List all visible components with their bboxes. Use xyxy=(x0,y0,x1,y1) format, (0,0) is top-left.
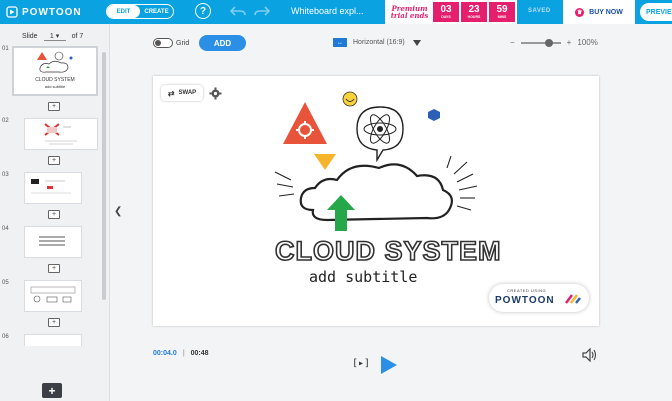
countdown-mins: 59 MINS xyxy=(489,2,515,22)
crown-icon: ♛ xyxy=(575,7,585,17)
slides-scrollbar[interactable] xyxy=(102,52,106,300)
powtoon-logo[interactable]: POWTOON xyxy=(6,6,82,18)
aspect-ratio-select[interactable]: ↔ Horizontal (16:9) xyxy=(333,38,422,47)
buy-now-label: BUY NOW xyxy=(589,8,623,16)
total-time: 00:48 xyxy=(190,350,209,357)
slide-thumbnail[interactable] xyxy=(24,334,82,346)
zoom-out-button[interactable]: − xyxy=(510,38,515,47)
slide-number-select[interactable]: 1 ▾ xyxy=(43,32,66,41)
slide-number: 03 xyxy=(2,172,9,178)
zoom-slider[interactable] xyxy=(520,38,561,47)
slide-thumbnail[interactable] xyxy=(24,118,98,150)
slide-thumbnail-art xyxy=(31,179,71,194)
trial-banner[interactable]: Premium trial ends 03 DAYS 23 HOURS 59 MINS xyxy=(385,0,517,24)
timecode: 00:04.0 | 00:48 xyxy=(153,350,209,357)
badge-brand: POWTOON xyxy=(495,295,555,306)
redo-icon[interactable] xyxy=(254,4,270,18)
play-icon[interactable] xyxy=(380,355,398,375)
undo-icon[interactable] xyxy=(230,4,246,18)
add-button[interactable]: ADD xyxy=(199,35,246,51)
green-arrow-icon[interactable] xyxy=(326,194,356,232)
powtoon-mark-icon xyxy=(565,294,581,304)
add-slide-after-button[interactable]: + xyxy=(48,210,60,219)
slide-thumbnail-art xyxy=(39,236,65,246)
slide-thumbnail-art xyxy=(30,286,76,303)
svg-text:add subtitle: add subtitle xyxy=(45,84,66,89)
lightbulb-icon[interactable] xyxy=(341,90,359,108)
slide-number: 06 xyxy=(2,334,9,340)
slide-thumbnail[interactable]: CLOUD SYSTEM add subtitle xyxy=(12,46,98,96)
mode-create-tab[interactable]: CREATE xyxy=(140,5,173,18)
grid-toggle[interactable] xyxy=(153,38,173,48)
volume-icon[interactable] xyxy=(582,348,598,362)
slide-thumbnail-row: 01 CLOUD SYSTEM add subtitle xyxy=(2,46,98,96)
document-title[interactable]: Whiteboard expl... xyxy=(291,6,364,16)
collapse-panel-icon[interactable]: ❮ xyxy=(114,206,122,217)
slide-number: 04 xyxy=(2,226,9,232)
add-slide-after-button[interactable]: + xyxy=(48,318,60,327)
settings-button[interactable] xyxy=(207,85,223,101)
add-slide-after-button[interactable]: + xyxy=(48,156,60,165)
countdown-days: 03 DAYS xyxy=(433,2,459,22)
grid-label: Grid xyxy=(176,40,190,47)
created-using-label: CREATED USING xyxy=(507,288,547,293)
add-slide-button[interactable]: + xyxy=(42,383,62,398)
aspect-ratio-label: Horizontal (16:9) xyxy=(353,39,405,46)
trial-label: Premium trial ends xyxy=(390,4,429,20)
slide-thumbnail-row: 06 xyxy=(2,334,98,346)
slide-thumbnail-row: 03 xyxy=(2,172,98,204)
svg-text:CLOUD SYSTEM: CLOUD SYSTEM xyxy=(35,77,74,83)
swap-icon: ⇄ xyxy=(167,88,175,98)
slide-canvas[interactable]: ⇄ SWAP CLOUD SYSTEM add subtitle CREATED… xyxy=(153,76,599,326)
swap-button[interactable]: ⇄ SWAP xyxy=(161,85,203,101)
zoom-value: 100% xyxy=(577,38,598,47)
slide-number: 02 xyxy=(2,118,9,124)
cloud-icon[interactable] xyxy=(271,154,487,236)
slide-total: of 7 xyxy=(71,33,84,40)
logo-icon xyxy=(6,6,18,18)
countdown-timer: 03 DAYS 23 HOURS 59 MINS xyxy=(433,2,517,22)
slide-thumbnail-art: CLOUD SYSTEM add subtitle xyxy=(35,51,75,89)
mode-toggle[interactable]: EDIT CREATE xyxy=(106,4,174,19)
current-time[interactable]: 00:04.0 xyxy=(153,350,177,357)
help-button[interactable]: ? xyxy=(195,3,211,19)
logo-text: POWTOON xyxy=(22,6,82,18)
hexagon-icon[interactable] xyxy=(427,108,441,122)
preview-button[interactable]: PREVIE xyxy=(640,3,672,21)
slide-thumbnail-row: 04 xyxy=(2,226,98,258)
slide-label: Slide xyxy=(22,33,38,40)
play-scene-button[interactable]: [▸] xyxy=(352,358,370,369)
zoom-in-button[interactable]: + xyxy=(567,38,572,47)
countdown-hours: 23 HOURS xyxy=(461,2,487,22)
created-using-badge[interactable]: CREATED USING POWTOON xyxy=(489,284,589,312)
slide-thumbnail[interactable] xyxy=(24,280,82,312)
chevron-down-icon: ▾ xyxy=(55,33,60,40)
chevron-down-icon xyxy=(412,39,421,46)
red-triangle-gear-icon[interactable] xyxy=(281,100,329,146)
zoom-slider-handle[interactable] xyxy=(544,38,553,47)
buy-now-button[interactable]: ♛ BUY NOW xyxy=(563,0,635,24)
slide-navigator: Slide 1 ▾ of 7 xyxy=(22,32,83,41)
slide-thumbnail[interactable] xyxy=(24,172,82,204)
slide-number: 01 xyxy=(2,46,9,52)
slide-subtitle[interactable]: add subtitle xyxy=(309,268,417,286)
slides-panel: Slide 1 ▾ of 7 01 CLOUD SYSTEM add subti… xyxy=(0,24,110,401)
slide-title[interactable]: CLOUD SYSTEM xyxy=(274,235,502,267)
slide-thumbnail-row: 02 xyxy=(2,118,98,150)
add-slide-after-button[interactable]: + xyxy=(48,264,60,273)
top-bar: POWTOON EDIT CREATE ? Whiteboard expl...… xyxy=(0,0,672,24)
swap-label: SWAP xyxy=(178,90,197,96)
zoom-control: − + 100% xyxy=(510,38,598,47)
save-status: SAVED xyxy=(528,8,551,14)
mode-edit-tab[interactable]: EDIT xyxy=(107,5,140,18)
slide-number: 05 xyxy=(2,280,9,286)
slide-thumbnail-row: 05 xyxy=(2,280,98,312)
time-separator: | xyxy=(182,350,185,357)
slide-thumbnail-art xyxy=(44,123,77,145)
slide-thumbnail[interactable] xyxy=(24,226,82,258)
gear-icon xyxy=(209,87,221,99)
add-slide-after-button[interactable]: + xyxy=(48,102,60,111)
aspect-ratio-icon: ↔ xyxy=(333,38,347,47)
